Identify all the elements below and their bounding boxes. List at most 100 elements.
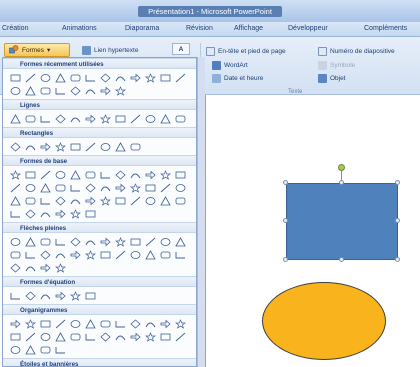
sun-icon[interactable] bbox=[129, 195, 141, 206]
textbox-icon[interactable] bbox=[9, 72, 21, 83]
tab-diaporama[interactable]: Diaporama bbox=[125, 25, 159, 32]
resize-handle-sw[interactable] bbox=[283, 257, 288, 262]
decision-icon[interactable] bbox=[39, 318, 51, 329]
elbow-double-icon[interactable] bbox=[84, 113, 96, 124]
snip-diag-icon[interactable] bbox=[69, 141, 81, 152]
star5-icon[interactable] bbox=[54, 85, 66, 96]
cube-icon[interactable] bbox=[174, 182, 186, 193]
round1-icon[interactable] bbox=[99, 141, 111, 152]
display-icon[interactable] bbox=[54, 344, 66, 355]
manual-input-icon[interactable] bbox=[159, 318, 171, 329]
parallelogram-icon[interactable] bbox=[69, 169, 81, 180]
teardrop-icon[interactable] bbox=[54, 182, 66, 193]
bent-connector-icon[interactable] bbox=[144, 72, 156, 83]
bracket-pair-icon[interactable] bbox=[9, 208, 21, 219]
arrow-up-icon[interactable] bbox=[39, 236, 51, 247]
callout-quad-icon[interactable] bbox=[39, 262, 51, 273]
line-icon[interactable] bbox=[9, 113, 21, 124]
snip-round-icon[interactable] bbox=[84, 141, 96, 152]
smiley-icon[interactable] bbox=[84, 195, 96, 206]
merge-icon[interactable] bbox=[144, 331, 156, 342]
bent-icon[interactable] bbox=[129, 236, 141, 247]
stored-icon[interactable] bbox=[159, 331, 171, 342]
resize-handle-nw[interactable] bbox=[283, 180, 288, 185]
arrow-ud-icon[interactable] bbox=[84, 236, 96, 247]
brace-pair-icon[interactable] bbox=[24, 208, 36, 219]
half-frame-icon[interactable] bbox=[84, 182, 96, 193]
callout-ud-icon[interactable] bbox=[24, 262, 36, 273]
tab-complements[interactable]: Compléments bbox=[364, 25, 407, 32]
seq-access-icon[interactable] bbox=[9, 344, 21, 355]
curved-arrow-icon[interactable] bbox=[114, 113, 126, 124]
curved-double-icon[interactable] bbox=[129, 113, 141, 124]
process-icon[interactable] bbox=[9, 318, 21, 329]
object-button[interactable]: Objet bbox=[316, 72, 348, 84]
curved-up-icon[interactable] bbox=[39, 249, 51, 260]
resize-handle-n[interactable] bbox=[339, 180, 344, 185]
callout-up-icon[interactable] bbox=[159, 249, 171, 260]
brace-right-icon[interactable] bbox=[84, 208, 96, 219]
lr-up-icon[interactable] bbox=[114, 236, 126, 247]
textbox-icon[interactable] bbox=[9, 169, 21, 180]
curve-left-icon[interactable] bbox=[69, 85, 81, 96]
multiply-icon[interactable] bbox=[39, 290, 51, 301]
arrow-down-icon[interactable] bbox=[54, 236, 66, 247]
arrow-line-icon[interactable] bbox=[39, 72, 51, 83]
striped-icon[interactable] bbox=[69, 249, 81, 260]
direct-icon[interactable] bbox=[39, 344, 51, 355]
snip1-icon[interactable] bbox=[39, 141, 51, 152]
bent-up-icon[interactable] bbox=[174, 236, 186, 247]
block-arc-icon[interactable] bbox=[54, 195, 66, 206]
curve-right-icon[interactable] bbox=[84, 85, 96, 96]
extract-icon[interactable] bbox=[129, 331, 141, 342]
bracket-right-icon[interactable] bbox=[114, 85, 126, 96]
internal-icon[interactable] bbox=[84, 318, 96, 329]
lightning-icon[interactable] bbox=[114, 195, 126, 206]
alt-process-icon[interactable] bbox=[24, 318, 36, 329]
brace-left-icon[interactable] bbox=[9, 85, 21, 96]
freeform-icon[interactable] bbox=[159, 113, 171, 124]
callout-down-icon[interactable] bbox=[174, 249, 186, 260]
callout-lr-icon[interactable] bbox=[9, 262, 21, 273]
bracket-left-icon[interactable] bbox=[39, 208, 51, 219]
minus-icon[interactable] bbox=[24, 290, 36, 301]
cloud-icon[interactable] bbox=[159, 195, 171, 206]
collate-icon[interactable] bbox=[99, 331, 111, 342]
brace-right-icon[interactable] bbox=[24, 85, 36, 96]
rotation-handle[interactable] bbox=[338, 164, 345, 171]
curved-down-icon[interactable] bbox=[54, 249, 66, 260]
slide-number-button[interactable]: Numéro de diapositive bbox=[316, 45, 397, 57]
selected-rectangle-shape[interactable] bbox=[286, 183, 398, 260]
l-shape-icon[interactable] bbox=[114, 72, 126, 83]
rectangle-icon[interactable] bbox=[54, 72, 66, 83]
line-icon[interactable] bbox=[24, 72, 36, 83]
bracket-right-icon[interactable] bbox=[54, 208, 66, 219]
plaque-icon[interactable] bbox=[144, 182, 156, 193]
tab-revision[interactable]: Révision bbox=[186, 25, 213, 32]
rounded-rect-icon[interactable] bbox=[84, 72, 96, 83]
no-symbol-icon[interactable] bbox=[39, 195, 51, 206]
rectangle-icon[interactable] bbox=[9, 141, 21, 152]
bracket-icon[interactable] bbox=[99, 85, 111, 96]
elbow-arrow-icon[interactable] bbox=[69, 113, 81, 124]
frame-icon[interactable] bbox=[69, 182, 81, 193]
oval-icon[interactable] bbox=[24, 169, 36, 180]
shapes-button[interactable]: Formes ▾ bbox=[4, 43, 70, 57]
triangle-icon[interactable] bbox=[99, 72, 111, 83]
u-turn-icon[interactable] bbox=[144, 236, 156, 247]
magnetic-icon[interactable] bbox=[24, 344, 36, 355]
left-up-icon[interactable] bbox=[159, 236, 171, 247]
round-diag-icon[interactable] bbox=[129, 141, 141, 152]
terminator-icon[interactable] bbox=[129, 318, 141, 329]
resize-handle-se[interactable] bbox=[395, 257, 400, 262]
star-icon[interactable] bbox=[39, 85, 51, 96]
donut-icon[interactable] bbox=[24, 195, 36, 206]
tab-developpeur[interactable]: Développeur bbox=[288, 25, 328, 32]
curved-left-icon[interactable] bbox=[24, 249, 36, 260]
triangle-icon[interactable] bbox=[39, 169, 51, 180]
brace-left-icon[interactable] bbox=[69, 208, 81, 219]
ellipse-shape[interactable] bbox=[262, 282, 386, 360]
notched-icon[interactable] bbox=[84, 249, 96, 260]
arrow-icon[interactable] bbox=[24, 113, 36, 124]
rounded-rect-icon[interactable] bbox=[24, 141, 36, 152]
